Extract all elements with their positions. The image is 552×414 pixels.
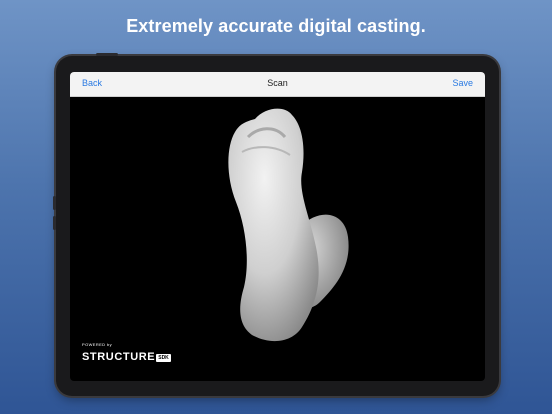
scan-viewport[interactable]: POWERED by STRUCTURE SDK: [70, 97, 485, 381]
power-button: [96, 53, 118, 56]
structure-sdk-logo: POWERED by STRUCTURE SDK: [82, 342, 171, 365]
sdk-badge: SDK: [156, 354, 171, 362]
structure-brand-text: STRUCTURE: [82, 351, 156, 363]
volume-up-button: [53, 196, 56, 210]
page-title: Scan: [267, 78, 288, 88]
navigation-bar: Back Scan Save: [70, 72, 485, 97]
volume-down-button: [53, 216, 56, 230]
powered-by-text: POWERED by: [82, 342, 113, 347]
marketing-headline: Extremely accurate digital casting.: [126, 16, 426, 36]
foot-shape: [228, 108, 319, 342]
save-button[interactable]: Save: [452, 78, 473, 88]
foot-scan-model: [228, 108, 349, 342]
tablet-device: Back Scan Save POWERED by STRUCTURE SDK: [53, 53, 499, 396]
app-screen: Back Scan Save POWERED by STRUCTURE SDK: [70, 72, 485, 381]
